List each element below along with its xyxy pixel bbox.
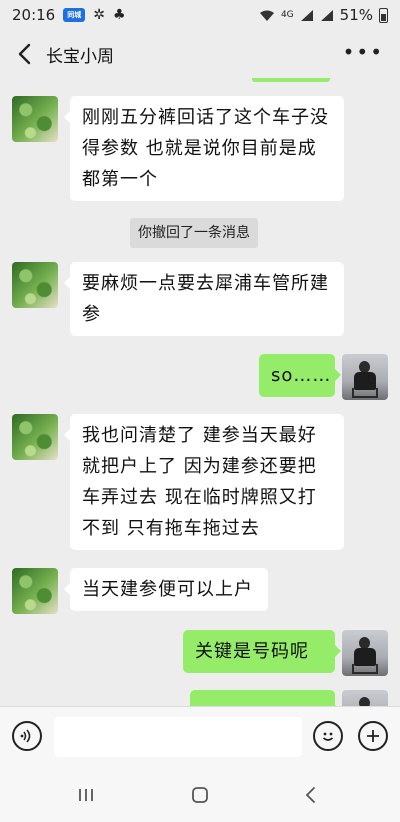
- nav-back-icon[interactable]: [280, 780, 340, 810]
- my-avatar[interactable]: [342, 630, 388, 676]
- message-input[interactable]: [54, 717, 302, 757]
- status-time: 20:16: [12, 6, 56, 24]
- previous-message-bubble: [252, 78, 330, 82]
- my-avatar[interactable]: [342, 690, 388, 706]
- more-dots-icon[interactable]: •••: [343, 42, 384, 62]
- message-bubble-me[interactable]: so……: [259, 354, 341, 397]
- recall-notice: 你撤回了一条消息: [130, 218, 258, 248]
- chevron-left-icon[interactable]: [4, 30, 44, 78]
- wifi-icon: [259, 10, 274, 21]
- app-badge-icon: 同城: [63, 8, 86, 22]
- input-bar: [0, 706, 400, 768]
- friend-avatar[interactable]: [12, 96, 58, 142]
- my-avatar[interactable]: [342, 354, 388, 400]
- status-bar: 20:16 同城 ✲ ♣ 4G 51%: [0, 0, 400, 30]
- message-bubble-friend[interactable]: 要麻烦一点要去犀浦车管所建参: [64, 262, 344, 336]
- message-bubble-friend[interactable]: 刚刚五分裤回话了这个车子没得参数 也就是说你目前是成都第一个: [64, 96, 344, 201]
- recents-icon[interactable]: [56, 780, 116, 810]
- message-bubble-friend[interactable]: 我也问清楚了 建参当天最好就把户上了 因为建参还要把车弄过去 现在临时牌照又打不…: [64, 414, 344, 550]
- friend-avatar[interactable]: [12, 568, 58, 614]
- system-nav-bar: [0, 768, 400, 822]
- message-bubble-me-partial[interactable]: [190, 690, 341, 706]
- signal-icon: [300, 9, 313, 21]
- flower-icon: ✲: [93, 7, 105, 23]
- voice-icon[interactable]: [12, 721, 42, 751]
- battery-icon: [379, 7, 388, 23]
- friend-avatar[interactable]: [12, 262, 58, 308]
- chat-header: 长宝小周 •••: [0, 30, 400, 78]
- chat-title: 长宝小周: [46, 46, 114, 67]
- home-icon[interactable]: [170, 780, 230, 810]
- signal-2-icon: [320, 9, 333, 21]
- person-icon: ♣: [112, 7, 126, 23]
- emoji-icon[interactable]: [313, 721, 343, 751]
- network-label: 4G: [280, 10, 294, 20]
- friend-avatar[interactable]: [12, 414, 58, 460]
- message-bubble-friend[interactable]: 当天建参便可以上户: [64, 568, 268, 611]
- message-bubble-me[interactable]: 关键是号码呢: [183, 630, 341, 673]
- battery-level: 51%: [339, 6, 373, 24]
- plus-icon[interactable]: [358, 721, 388, 751]
- message-list[interactable]: 刚刚五分裤回话了这个车子没得参数 也就是说你目前是成都第一个 你撤回了一条消息 …: [0, 78, 400, 706]
